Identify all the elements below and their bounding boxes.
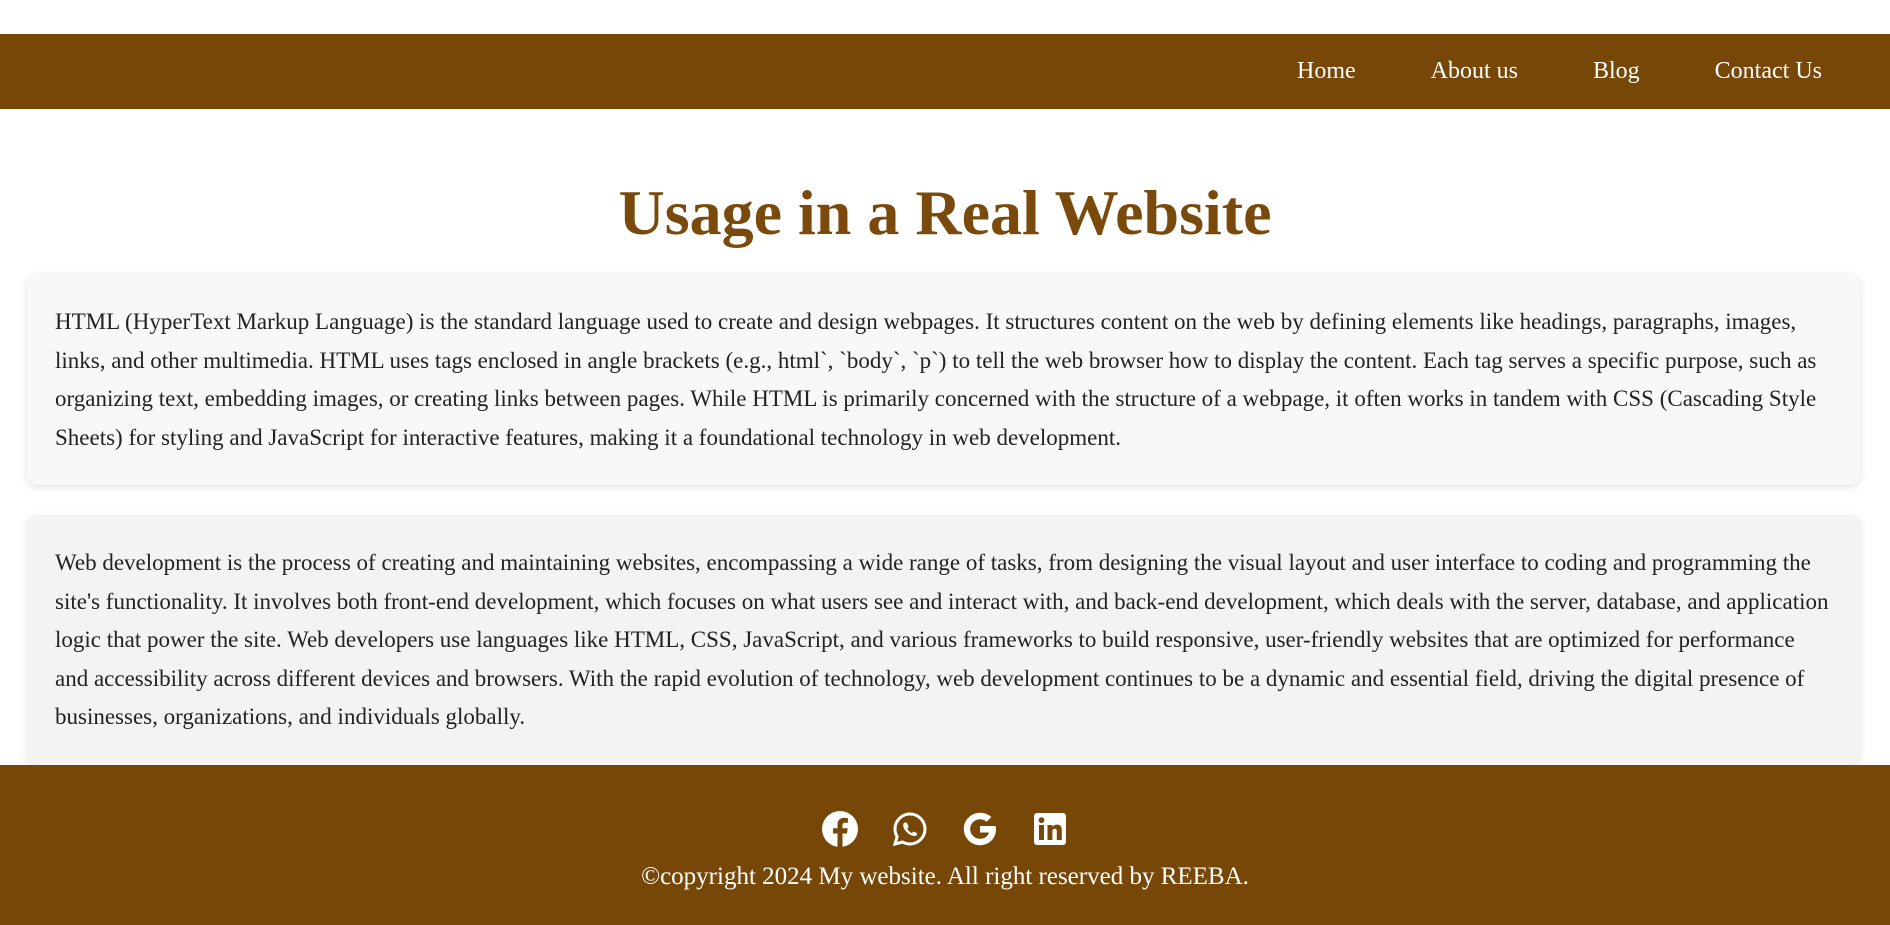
navbar: Home About us Blog Contact Us <box>0 34 1890 109</box>
nav-link-about-us[interactable]: About us <box>1431 58 1518 85</box>
footer: ©copyright 2024 My website. All right re… <box>0 765 1890 925</box>
facebook-icon[interactable] <box>822 811 858 847</box>
paragraph-html: HTML (HyperText Markup Language) is the … <box>55 309 1817 450</box>
nav-link-contact-us[interactable]: Contact Us <box>1715 58 1822 85</box>
top-spacer <box>0 0 1890 34</box>
content-card-html: HTML (HyperText Markup Language) is the … <box>27 274 1860 485</box>
content-card-web-development: Web development is the process of creati… <box>27 515 1860 765</box>
nav-link-home[interactable]: Home <box>1297 58 1356 85</box>
nav-link-blog[interactable]: Blog <box>1593 58 1640 85</box>
page-title: Usage in a Real Website <box>618 177 1272 248</box>
whatsapp-icon[interactable] <box>892 811 928 847</box>
copyright-text: ©copyright 2024 My website. All right re… <box>641 863 1249 890</box>
google-icon[interactable] <box>962 811 998 847</box>
social-links <box>0 765 1890 847</box>
paragraph-web-development: Web development is the process of creati… <box>55 550 1829 729</box>
linkedin-icon[interactable] <box>1032 811 1068 847</box>
